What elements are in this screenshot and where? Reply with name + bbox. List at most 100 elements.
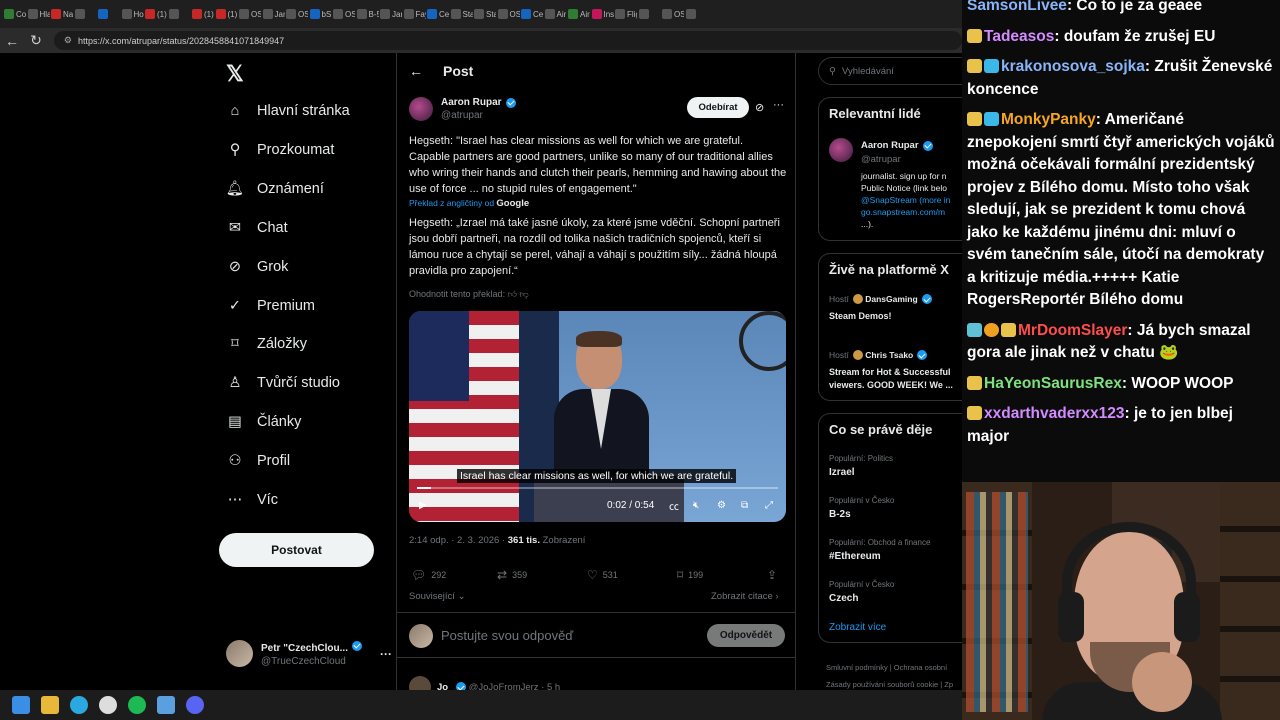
nav-item[interactable]: ⋯ Víc [226,485,278,515]
nav-item[interactable]: ✓ Premium [226,291,315,321]
nav-item[interactable]: ⊘ Grok [226,252,289,282]
bookmark-action[interactable]: ⌑ 199 [677,568,703,582]
spotify-icon[interactable] [128,696,146,714]
x-logo-icon[interactable]: 𝕏 [226,61,244,87]
popout-icon[interactable]: ⧉ [741,500,748,511]
post-button[interactable]: Postovat [219,533,374,567]
trend-item[interactable]: Populární: Politics Izrael [829,454,893,478]
back-icon[interactable]: ← [0,33,24,49]
reply-input[interactable]: Postujte svou odpověď [441,628,573,643]
settings-icon[interactable]: ⚙ [717,500,726,511]
nav-item[interactable]: 🔔︎ Oznámení [226,174,324,204]
browser-tab[interactable] [638,4,661,24]
video-progress-bar[interactable] [417,487,778,489]
reply-item[interactable]: Jo @JoJoFromJerz · 5 h [409,676,560,690]
browser-tab[interactable]: Flig [615,4,637,24]
browser-tab[interactable]: Sta [450,4,473,24]
edge-icon[interactable] [70,696,88,714]
like-action[interactable]: ♡ 531 [587,568,618,582]
browser-tab[interactable]: Sta [474,4,496,24]
browser-tab[interactable]: OS [239,4,261,24]
reply-action[interactable]: 💬︎ 292 [411,568,446,582]
live-item[interactable]: Hostí Chris Tsako Stream for Hot & Succe… [829,350,962,392]
video-player[interactable]: Israel has clear missions as well, for w… [409,311,786,522]
browser-tab[interactable] [685,4,708,24]
nav-item[interactable]: ⚲ Prozkoumat [226,135,335,165]
trend-item[interactable]: Populární v Česko B-2s [829,496,894,520]
browser-tab[interactable]: Air [568,4,590,24]
thumbs-down-icon[interactable]: 👎︎ [520,289,529,299]
repost-action[interactable]: ⇄ 359 [497,568,527,582]
show-more-link[interactable]: Zobrazit více [829,622,886,633]
reload-icon[interactable]: ↻ [24,32,48,49]
chat-username[interactable]: MonkyPanky [1001,111,1096,128]
browser-tab[interactable] [98,4,120,24]
chat-username[interactable]: MrDoomSlayer [1018,322,1127,339]
notepad-icon[interactable] [157,696,175,714]
browser-tab[interactable] [74,4,97,24]
search-input[interactable]: ⚲ Vyhledávání [818,57,962,85]
site-info-icon[interactable]: ⚙ [64,35,72,46]
chat-username[interactable]: Tadeasos [984,28,1054,45]
account-switcher[interactable]: Petr "CzechClou... @TrueCzechCloud ··· [226,640,392,667]
nav-item[interactable]: ⚇ Profil [226,446,291,476]
browser-tab[interactable]: Ins [591,4,614,24]
more-icon[interactable]: ··· [380,647,392,661]
browser-tab[interactable]: OS [333,4,355,24]
nav-item[interactable]: ♙ Tvůrčí studio [226,368,341,398]
browser-tab[interactable]: (1) [215,4,238,24]
mute-icon[interactable]: 🔇︎ [693,500,699,511]
more-options-icon[interactable]: ··· [773,99,784,111]
browser-tab[interactable]: OS [286,4,308,24]
browser-tab[interactable]: Jan [262,4,285,24]
footer-link[interactable]: Zásady používání souborů cookie | Zp [826,676,953,690]
nav-item[interactable]: ▤ Články [226,407,301,437]
reply-button[interactable]: Odpovědět [707,624,785,647]
browser-tab[interactable]: Ce [521,4,543,24]
browser-tab[interactable]: OS [662,4,684,24]
author-handle[interactable]: @atrupar [441,110,516,121]
nav-item[interactable]: ⌂ Hlavní stránka [226,96,350,126]
browser-tab[interactable]: Na [51,4,73,24]
author-avatar[interactable] [409,97,433,121]
browser-tab[interactable]: (1) [145,4,167,24]
browser-tab[interactable]: Ce [427,4,449,24]
file-explorer-icon[interactable] [41,696,59,714]
back-arrow-icon[interactable]: ← [409,63,423,79]
chrome-icon[interactable] [99,696,117,714]
browser-tab[interactable]: Hla [27,4,50,24]
browser-tab[interactable]: Ho [121,4,144,24]
chat-username[interactable]: xxdarthvaderxx123 [984,405,1124,422]
chat-username[interactable]: HaYeonSaurusRex [984,375,1122,392]
live-item[interactable]: Hostí DansGaming Steam Demos! [829,294,932,323]
share-action[interactable]: ⇪ [767,568,782,582]
discord-icon[interactable] [186,696,204,714]
trend-item[interactable]: Populární v Česko Czech [829,580,894,604]
browser-tab[interactable]: Co [4,4,26,24]
browser-tab[interactable] [168,4,191,24]
view-quotes-link[interactable]: Zobrazit citace › [711,591,779,602]
author-name[interactable]: Aaron Rupar [441,97,516,108]
thumbs-up-icon[interactable]: 👍︎ [508,289,517,299]
start-icon[interactable] [12,696,30,714]
browser-tab[interactable]: OS [497,4,520,24]
translation-note[interactable]: Překlad z angličtiny od Google [409,198,529,209]
chat-username[interactable]: SamsonLivee [967,0,1067,14]
browser-tab[interactable]: Jan [380,4,402,24]
browser-tab[interactable]: B-5 [356,4,379,24]
browser-tab[interactable]: (1) [192,4,214,24]
nav-item[interactable]: ✉ Chat [226,213,288,243]
chat-username[interactable]: krakonosova_sojka [1001,58,1145,75]
captions-icon[interactable]: ㏄ [669,498,679,513]
related-dropdown[interactable]: Související ⌄ [409,591,466,602]
grok-explain-icon[interactable]: ⊘ [755,101,764,114]
browser-tab[interactable]: bS [309,4,332,24]
subscribe-button[interactable]: Odebírat [687,97,749,118]
url-input[interactable]: ⚙ https://x.com/atrupar/status/202845884… [53,31,962,50]
fullscreen-icon[interactable]: ⤢ [765,500,773,511]
browser-tab[interactable]: Fay [403,4,426,24]
play-icon[interactable]: ▶ [419,500,427,511]
nav-item[interactable]: ⌑ Záložky [226,329,307,359]
footer-link[interactable]: Smluvní podmínky | Ochrana osobní [826,659,953,676]
trend-item[interactable]: Populární: Obchod a finance #Ethereum [829,538,930,562]
